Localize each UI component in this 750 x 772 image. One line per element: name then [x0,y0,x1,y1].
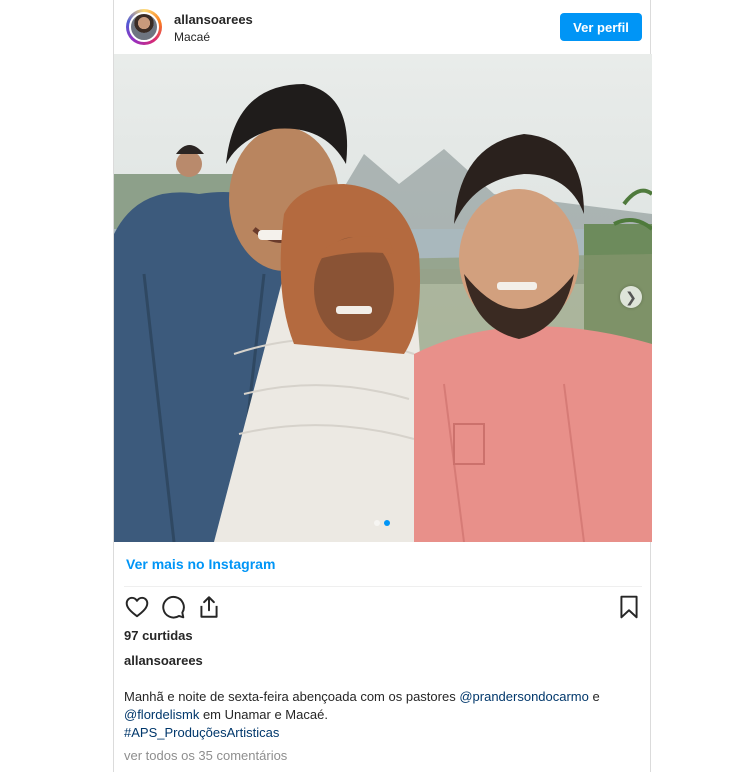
avatar[interactable] [126,9,162,45]
view-profile-button[interactable]: Ver perfil [560,13,642,41]
location-link[interactable]: Macaé [174,30,210,44]
heart-outline-icon[interactable] [124,594,150,620]
caption-username-link[interactable]: allansoarees [124,653,203,668]
mention-link[interactable]: @prandersondocarmo [459,689,589,704]
action-bar [124,594,642,622]
instagram-embed: allansoarees Macaé Ver perfil ❯ Ver mais… [113,0,652,772]
photo-illustration [114,54,652,542]
post-header: allansoarees Macaé Ver perfil [114,0,652,54]
carousel-dot [374,520,380,526]
next-slide-button[interactable]: ❯ [620,286,642,308]
divider [124,586,642,587]
carousel-dots [374,520,390,526]
chevron-right-icon: ❯ [625,288,637,305]
bookmark-icon[interactable] [616,594,642,620]
caption-part: Manhã e noite de sexta-feira abençoada c… [124,689,460,704]
share-icon[interactable] [196,594,222,620]
carousel-dot-active [384,520,390,526]
username-link[interactable]: allansoarees [174,12,253,27]
view-all-comments-link[interactable]: ver todos os 35 comentários [124,748,287,763]
likes-count[interactable]: 97 curtidas [124,628,193,643]
post-photo[interactable]: ❯ [114,54,652,542]
hashtag-link[interactable]: #APS_ProduçõesArtisticas [124,725,279,740]
avatar-photo [129,12,159,42]
view-more-on-instagram-link[interactable]: Ver mais no Instagram [126,556,275,572]
mention-link[interactable]: @flordelismk [124,707,199,722]
caption-part: e [588,689,600,704]
caption-text: Manhã e noite de sexta-feira abençoada c… [124,688,636,742]
comment-bubble-icon[interactable] [160,594,186,620]
caption-part: em Unamar e Macaé. [199,707,328,722]
